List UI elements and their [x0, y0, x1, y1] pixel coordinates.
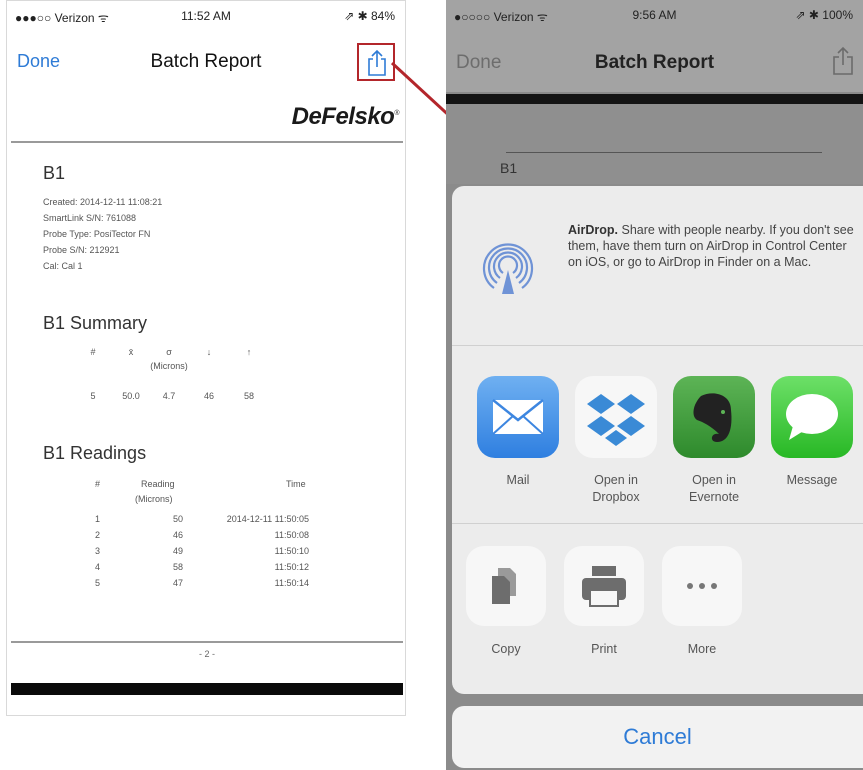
- divider: [11, 141, 403, 143]
- share-app-mail[interactable]: Mail: [476, 376, 560, 489]
- more-icon: [662, 546, 742, 626]
- readings-header-num: #: [95, 479, 101, 489]
- action-label: Copy: [491, 642, 521, 656]
- share-app-message[interactable]: Message: [770, 376, 854, 489]
- document-peek: B1: [446, 104, 863, 184]
- left-phone-screen: ●●●○○ Verizon ᯤ 11:52 AM ⇗ ✱ 84% Done Ba…: [6, 0, 406, 716]
- meta-probe-sn: Probe S/N: 212921: [43, 245, 120, 255]
- action-label: Print: [591, 642, 617, 656]
- readings-heading: B1 Readings: [43, 443, 147, 463]
- divider: [11, 641, 403, 643]
- page-separator: [11, 683, 403, 695]
- share-icon[interactable]: [831, 46, 855, 76]
- print-icon: [564, 546, 644, 626]
- status-bar: ●●●○○ Verizon ᯤ 11:52 AM ⇗ ✱ 84%: [7, 1, 405, 35]
- summary-value: 58: [243, 391, 254, 401]
- airdrop-description: AirDrop. Share with people nearby. If yo…: [568, 222, 858, 270]
- meta-smartlink: SmartLink S/N: 761088: [43, 213, 137, 223]
- share-actions-row: Copy Print More: [452, 526, 863, 694]
- summary-header: ↑: [246, 347, 252, 357]
- batch-heading: B1: [43, 163, 66, 183]
- message-icon: [771, 376, 853, 458]
- meta-cal: Cal: Cal 1: [43, 261, 83, 271]
- summary-units: (Microns): [150, 361, 188, 371]
- summary-heading: B1 Summary: [43, 313, 148, 333]
- print-button[interactable]: Print: [564, 546, 644, 656]
- batch-heading: B1: [500, 160, 518, 176]
- summary-header: σ: [166, 347, 172, 357]
- summary-header: x̄: [128, 347, 134, 357]
- summary-value: 50.0: [122, 391, 140, 401]
- share-app-dropbox[interactable]: Open in Dropbox: [574, 376, 658, 506]
- navigation-bar: Done Batch Report: [7, 39, 405, 85]
- readings-header-time: Time: [286, 479, 306, 489]
- summary-header: ↓: [206, 347, 212, 357]
- readings-header-units: (Microns): [135, 494, 173, 504]
- airdrop-icon: [482, 243, 534, 296]
- summary-value: 4.7: [162, 391, 176, 401]
- app-label: Message: [786, 473, 838, 487]
- cancel-button[interactable]: Cancel: [452, 706, 863, 768]
- page-separator: [446, 94, 863, 104]
- status-bar: ●○○○○ Verizon ᯤ 9:56 AM ⇗ ✱ 100%: [446, 0, 863, 34]
- share-app-evernote[interactable]: Open in Evernote: [672, 376, 756, 506]
- battery-status: ⇗ ✱ 100%: [795, 8, 853, 22]
- action-label: More: [687, 642, 717, 656]
- copy-button[interactable]: Copy: [466, 546, 546, 656]
- copy-icon: [466, 546, 546, 626]
- app-label: Mail: [506, 473, 530, 487]
- divider: [506, 152, 822, 153]
- right-phone-screen: ●○○○○ Verizon ᯤ 9:56 AM ⇗ ✱ 100% Done Ba…: [446, 0, 863, 770]
- page-number: - 2 -: [198, 649, 215, 659]
- readings-header-reading: Reading: [141, 479, 175, 489]
- page-title: Batch Report: [150, 51, 262, 72]
- airdrop-row[interactable]: AirDrop. Share with people nearby. If yo…: [452, 186, 863, 346]
- summary-value: 46: [203, 391, 214, 401]
- evernote-icon: [673, 376, 755, 458]
- summary-value: 5: [90, 391, 96, 401]
- report-document: DeFelsko® B1 Created: 2014-12-11 11:08:2…: [11, 89, 403, 709]
- more-button[interactable]: More: [662, 546, 742, 656]
- share-sheet: AirDrop. Share with people nearby. If yo…: [452, 186, 863, 694]
- meta-created: Created: 2014-12-11 11:08:21: [43, 197, 163, 207]
- battery-status: ⇗ ✱ 84%: [344, 9, 395, 23]
- airdrop-title: AirDrop.: [568, 223, 618, 237]
- app-label: Open in Evernote: [688, 473, 740, 504]
- app-label: Open in Dropbox: [592, 473, 640, 504]
- dropbox-icon: [575, 376, 657, 458]
- share-apps-row: Mail Open in Dropbox Open in Evernote Me…: [452, 348, 863, 524]
- meta-probe-type: Probe Type: PosiTector FN: [43, 229, 151, 239]
- mail-icon: [477, 376, 559, 458]
- page-title: Batch Report: [594, 52, 715, 73]
- summary-header: #: [90, 347, 96, 357]
